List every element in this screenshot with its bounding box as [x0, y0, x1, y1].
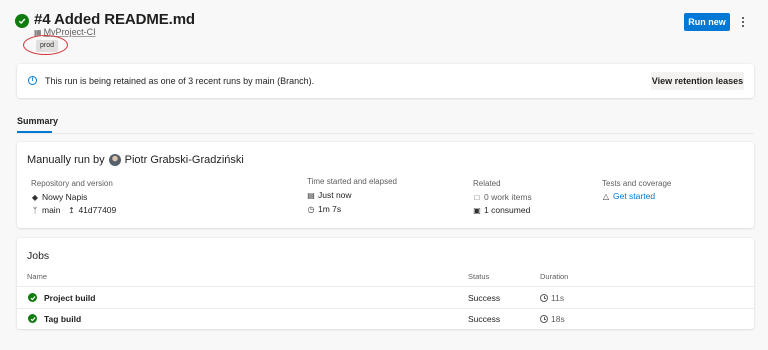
- consumed-text: 1 consumed: [484, 205, 531, 215]
- work-item-icon: □: [474, 192, 480, 202]
- annotation-circle: [23, 35, 68, 55]
- column-header-duration: Duration: [540, 272, 569, 281]
- job-duration: 18s: [540, 314, 565, 324]
- get-started-link[interactable]: △ Get started: [602, 191, 655, 201]
- table-row[interactable]: Project build Success 11s: [17, 287, 754, 308]
- user-name[interactable]: Piotr Grabski-Gradziński: [125, 154, 244, 166]
- job-name: Tag build: [44, 314, 82, 324]
- tab-divider: [17, 133, 754, 134]
- more-dots-icon: [742, 17, 744, 19]
- success-icon: [28, 314, 37, 323]
- time-elapsed-text: 1m 7s: [318, 204, 342, 214]
- get-started-text: Get started: [613, 191, 656, 201]
- job-duration-text: 18s: [551, 314, 565, 324]
- tests-label: Tests and coverage: [602, 179, 672, 188]
- table-row[interactable]: Tag build Success 18s: [17, 309, 754, 329]
- tab-summary[interactable]: Summary: [17, 116, 58, 126]
- work-items[interactable]: □ 0 work items: [473, 192, 532, 202]
- job-name: Project build: [44, 293, 96, 303]
- calendar-icon: ▤: [307, 190, 315, 200]
- success-icon: [28, 293, 37, 302]
- commit-id[interactable]: 41d77409: [78, 205, 116, 215]
- info-icon: i: [28, 76, 37, 85]
- job-duration: 11s: [540, 293, 564, 303]
- work-items-text: 0 work items: [484, 192, 532, 202]
- repo-icon: ◆: [31, 192, 39, 202]
- summary-title: Manually run by Piotr Grabski-Gradziński: [27, 154, 244, 166]
- artifact-icon: ▣: [473, 205, 481, 215]
- time-label: Time started and elapsed: [307, 177, 397, 186]
- branch-icon: ᛉ: [32, 205, 38, 215]
- jobs-title: Jobs: [27, 250, 50, 262]
- job-status: Success: [468, 293, 501, 303]
- more-dots-icon: [742, 21, 744, 23]
- run-new-button[interactable]: Run new: [684, 13, 730, 31]
- clock-icon: [540, 294, 548, 302]
- view-retention-leases-button[interactable]: View retention leases: [651, 72, 744, 90]
- more-dots-icon: [742, 25, 744, 27]
- time-started-text: Just now: [318, 190, 352, 200]
- repository-label: Repository and version: [31, 179, 113, 188]
- clock-icon: ◷: [307, 204, 315, 214]
- artifacts-consumed[interactable]: ▣ 1 consumed: [473, 205, 530, 215]
- time-elapsed: ◷ 1m 7s: [307, 204, 342, 214]
- jobs-card: Jobs Name Status Duration Project build …: [17, 238, 754, 329]
- flask-icon: △: [602, 191, 610, 201]
- repo-name[interactable]: ◆ Nowy Napis: [31, 192, 87, 202]
- retention-banner: i This run is being retained as one of 3…: [17, 64, 754, 98]
- summary-title-prefix: Manually run by: [27, 154, 105, 166]
- related-label: Related: [473, 179, 501, 188]
- summary-card: Manually run by Piotr Grabski-Gradziński…: [17, 142, 754, 228]
- run-success-icon: [15, 14, 29, 28]
- branch-info: ᛉ main ↥ 41d77409: [31, 205, 117, 215]
- more-actions-button[interactable]: [738, 13, 748, 31]
- branch-name[interactable]: main: [42, 205, 60, 215]
- avatar: [108, 154, 121, 166]
- page-title: #4 Added README.md: [34, 11, 195, 28]
- job-duration-text: 11s: [551, 293, 565, 303]
- clock-icon: [540, 315, 548, 323]
- job-status: Success: [468, 314, 501, 324]
- retention-message: This run is being retained as one of 3 r…: [45, 76, 315, 86]
- commit-icon: ↥: [68, 205, 75, 215]
- column-header-name: Name: [27, 272, 48, 281]
- time-started: ▤ Just now: [307, 190, 352, 200]
- column-header-status: Status: [468, 272, 490, 281]
- repo-name-text: Nowy Napis: [42, 192, 88, 202]
